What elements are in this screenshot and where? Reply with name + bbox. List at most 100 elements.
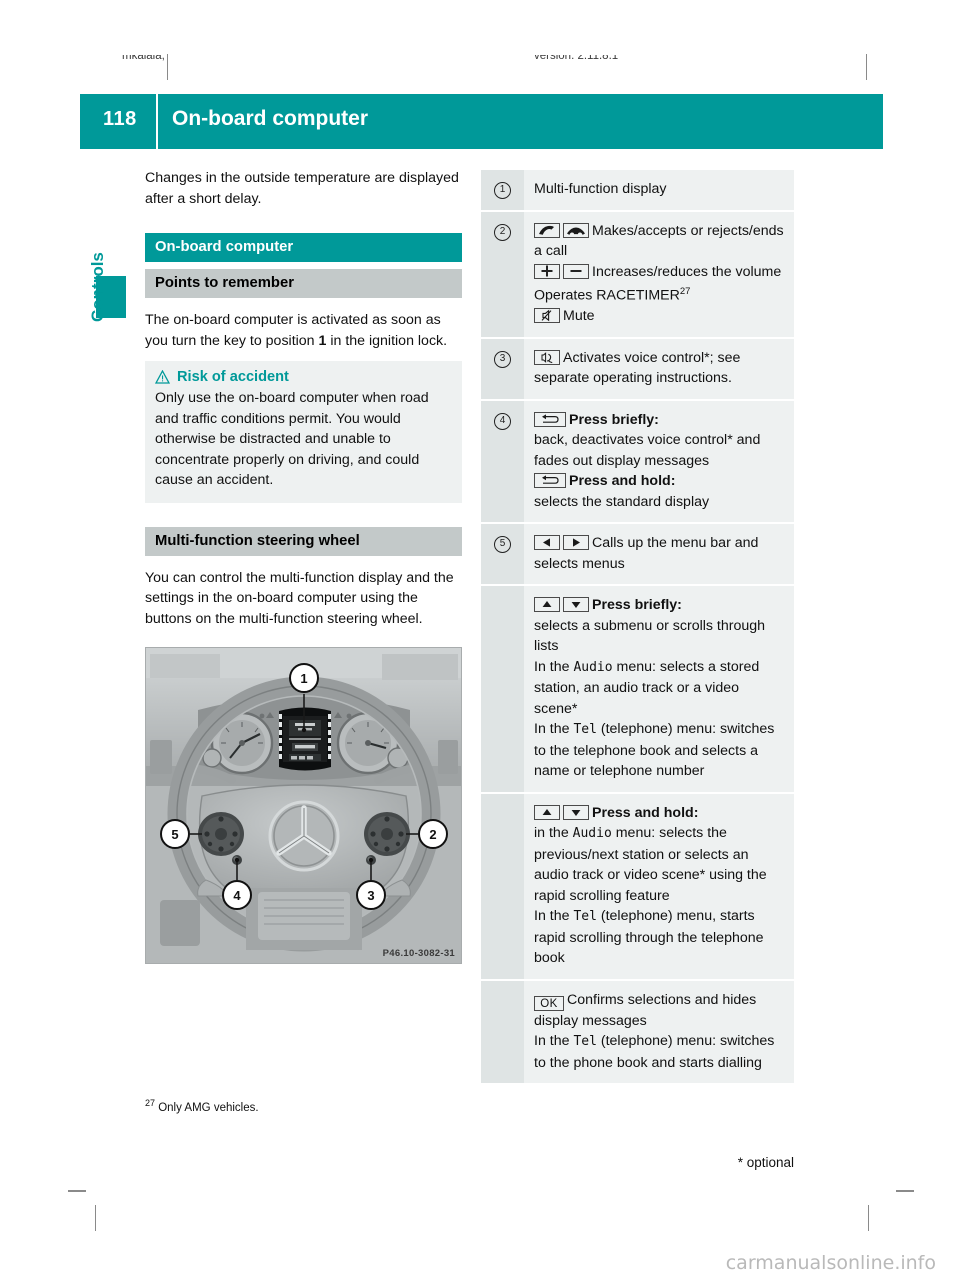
row-line: Press briefly:	[534, 410, 784, 431]
table-row: Press briefly: selects a submenu or scro…	[481, 586, 794, 794]
chapter-tab-label: Controls	[88, 252, 107, 322]
minus-icon	[563, 263, 589, 279]
crop-mark-bottom-right-h	[896, 1190, 914, 1192]
arrow-left-icon	[534, 535, 560, 551]
row-line-pre: In the	[534, 1033, 574, 1050]
row-line: selects a submenu or scrolls through lis…	[534, 617, 766, 655]
menu-name-audio: Audio	[572, 826, 612, 842]
body-paragraph-activation: The on-board computer is activated as so…	[145, 310, 462, 351]
row-line: Calls up the menu bar and selects menus	[534, 533, 784, 574]
row-line: In the Tel (telephone) menu: switches to…	[534, 719, 784, 782]
row-line: Mute	[534, 306, 784, 327]
ok-button-icon: OK	[534, 995, 564, 1011]
row-content-cell: Press briefly: back, deactivates voice c…	[524, 401, 794, 523]
row-line: In the Audio menu: selects a stored stat…	[534, 657, 784, 720]
left-column: Changes in the outside temperature are d…	[145, 168, 462, 964]
footnote-ref: 27	[679, 286, 691, 297]
row-line-text: Operates RACETIMER	[534, 287, 680, 304]
figure-steering-wheel: 1 2 3 4 5 P46.10-3082-31	[145, 647, 462, 964]
callout-number: 4	[494, 412, 511, 430]
row-line: In the Tel (telephone) menu: switches to…	[534, 1031, 784, 1073]
table-row: 3 Activates voice control*; see separate…	[481, 338, 794, 401]
callout-number: 5	[494, 536, 511, 554]
table-row: 5 Calls up the menu bar and selects menu…	[481, 524, 794, 587]
table-row: 2 Makes/accepts or rejects/ends a call I…	[481, 211, 794, 339]
table-row: 1 Multi-function display	[481, 170, 794, 212]
row-line-text: Increases/reduces the volume	[592, 263, 782, 280]
row-line-bold: Press briefly:	[569, 411, 659, 428]
svg-text:1: 1	[300, 671, 307, 686]
figure-credit: P46.10-3082-31	[382, 948, 455, 959]
voice-control-icon	[534, 349, 560, 365]
row-number-cell	[481, 586, 524, 792]
row-number-cell: 2	[481, 211, 524, 337]
warning-title: Risk of accident	[177, 369, 289, 385]
legend-table: 1 Multi-function display 2 Makes/accepts…	[481, 170, 794, 1086]
row-content-cell: OK Confirms selections and hides display …	[524, 981, 794, 1084]
section-bar-on-board-computer: On-board computer	[145, 233, 462, 262]
row-line-text: Activates voice control*; see separate o…	[534, 349, 741, 387]
row-number-cell	[481, 793, 524, 979]
arrow-up-icon	[534, 804, 560, 820]
intro-paragraph: Changes in the outside temperature are d…	[145, 170, 459, 207]
footnote: 27 Only AMG vehicles.	[145, 1098, 259, 1114]
menu-name-tel: Tel	[573, 1034, 597, 1050]
body-p2: in the ignition lock.	[326, 332, 448, 349]
mute-speaker-icon	[534, 308, 560, 324]
steering-wheel-illustration: 1 2 3 4 5	[146, 648, 461, 963]
callout-number: 1	[494, 182, 511, 199]
row-content-cell: Activates voice control*; see separate o…	[524, 339, 794, 399]
svg-text:5: 5	[171, 827, 178, 842]
callout-number: 2	[494, 223, 511, 241]
row-line: Makes/accepts or rejects/ends a call	[534, 221, 784, 262]
row-line: Multi-function display	[534, 181, 667, 197]
menu-name-tel: Tel	[573, 722, 597, 738]
row-line-text: Confirms selections and hides display me…	[534, 991, 757, 1029]
row-line-bold: Press and hold:	[592, 804, 699, 821]
row-line: back, deactivates voice control* and fad…	[534, 432, 761, 469]
row-line: in the Audio menu: selects the previous/…	[534, 823, 784, 906]
row-line-pre: In the	[534, 721, 574, 738]
row-number-cell	[481, 980, 524, 1084]
row-line: Press and hold:	[534, 471, 784, 492]
subsection-bar-steering-wheel: Multi-function steering wheel	[145, 526, 462, 556]
row-number-cell: 4	[481, 400, 524, 523]
svg-text:3: 3	[367, 888, 374, 903]
running-head-left: mkalala,	[122, 55, 165, 62]
row-line-pre: In the	[534, 908, 574, 925]
svg-text:2: 2	[429, 827, 436, 842]
row-line: OK Confirms selections and hides display …	[534, 990, 784, 1032]
row-line: Operates RACETIMER27	[534, 282, 784, 306]
row-content-cell: Press and hold: in the Audio menu: selec…	[524, 794, 794, 979]
row-line-pre: In the	[534, 658, 574, 675]
row-content-cell: Multi-function display	[524, 170, 794, 210]
phone-receiver-off-hook-icon	[534, 222, 560, 238]
crop-mark-bottom-left-h	[68, 1190, 86, 1192]
row-line-text: Mute	[563, 308, 595, 325]
row-number-cell: 3	[481, 338, 524, 399]
page-title: On-board computer	[172, 107, 369, 130]
row-content-cell: Calls up the menu bar and selects menus	[524, 524, 794, 584]
body-paragraph-steering-wheel: You can control the multi-function displ…	[145, 569, 454, 627]
row-line: Press briefly:	[534, 595, 784, 616]
menu-name-audio: Audio	[573, 659, 613, 675]
warning-text: Only use the on-board computer when road…	[155, 390, 429, 488]
row-line: Activates voice control*; see separate o…	[534, 348, 784, 389]
back-arrow-icon	[534, 411, 566, 427]
callout-number: 3	[494, 350, 511, 368]
row-line-bold: Press briefly:	[592, 597, 682, 614]
svg-text:4: 4	[233, 888, 241, 903]
row-content-cell: Press briefly: selects a submenu or scro…	[524, 586, 794, 792]
page-header-band: 118 On-board computer	[80, 94, 883, 149]
warning-box-risk-of-accident: Risk of accident Only use the on-board c…	[145, 361, 462, 503]
table-row: Press and hold: in the Audio menu: selec…	[481, 793, 794, 981]
menu-name-tel: Tel	[573, 909, 597, 925]
arrow-up-icon	[534, 597, 560, 613]
subsection-bar-points-to-remember: Points to remember	[145, 269, 462, 298]
crop-mark-bottom-left-v	[95, 1205, 96, 1231]
warning-heading: Risk of accident	[155, 369, 452, 385]
row-line: Increases/reduces the volume	[534, 262, 784, 283]
footnote-text: Only AMG vehicles.	[158, 1101, 259, 1114]
running-head-center: version: 2.11.8.1	[534, 55, 619, 62]
row-line: selects the standard display	[534, 493, 710, 510]
